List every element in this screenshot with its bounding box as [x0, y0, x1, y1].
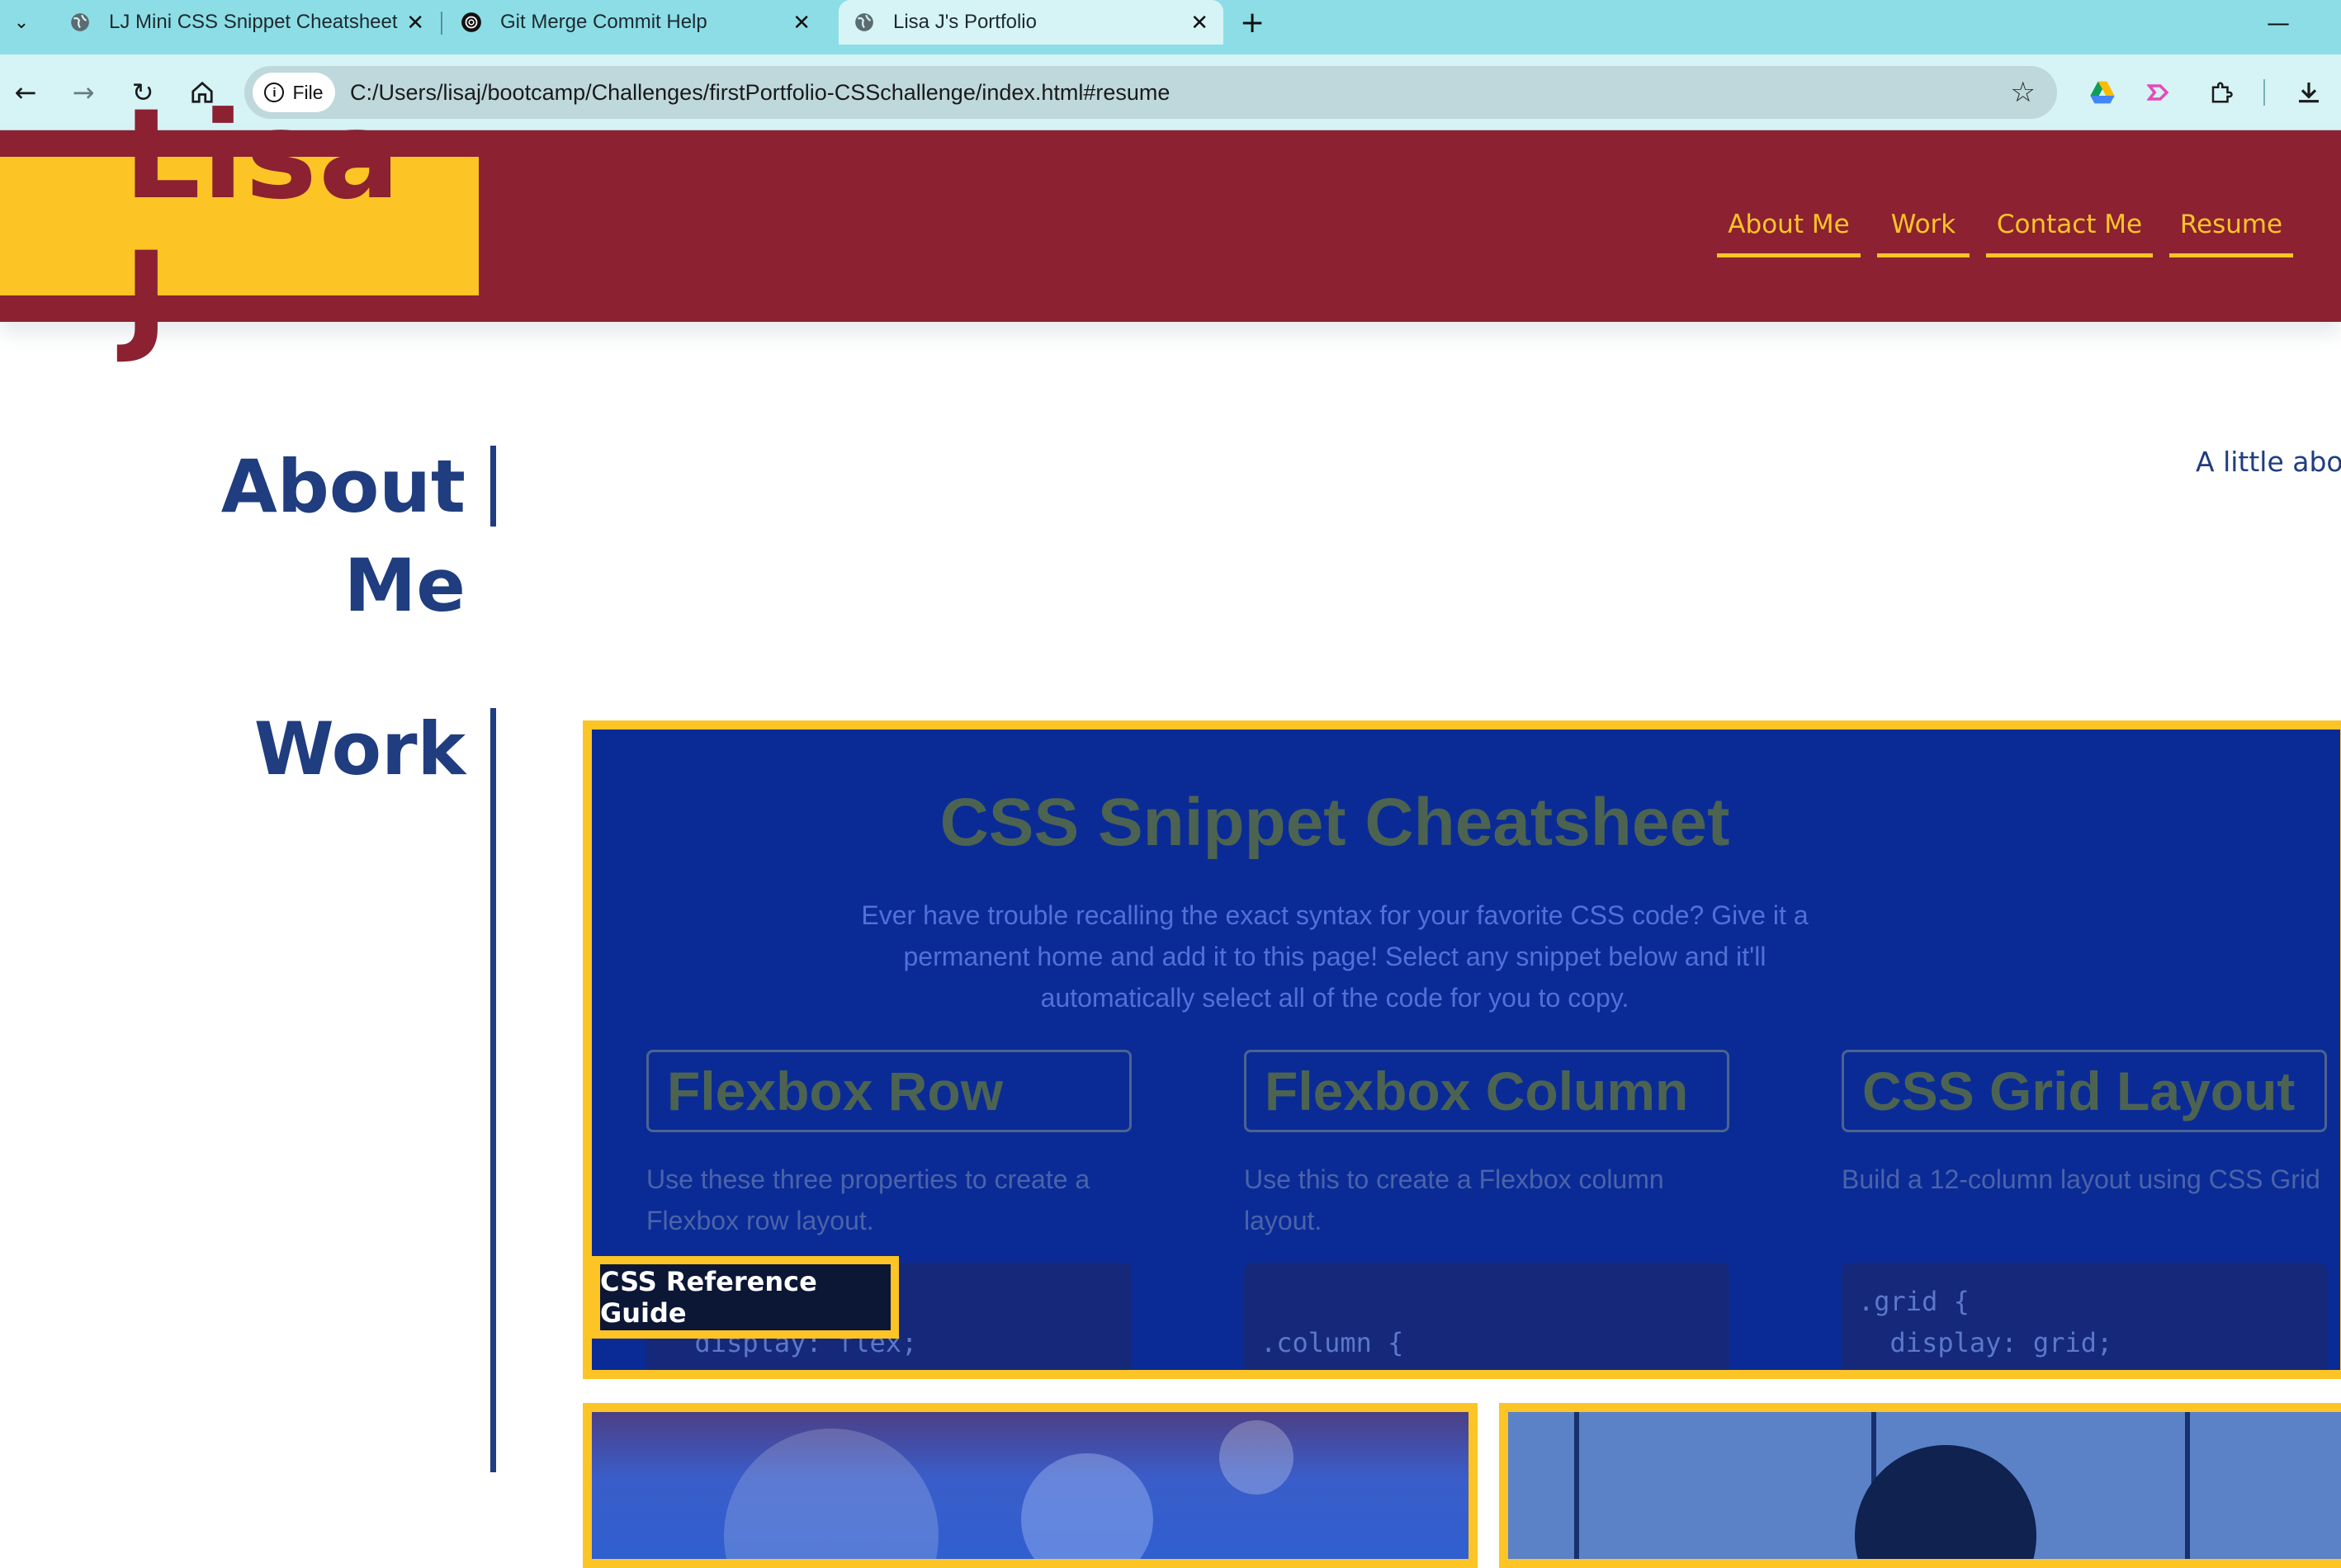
- nav-link-about-me[interactable]: About Me: [1717, 210, 1861, 257]
- toolbar-divider: [2263, 79, 2265, 106]
- project-image-figure: [1855, 1445, 2036, 1559]
- featured-project-card[interactable]: CSS Snippet Cheatsheet Ever have trouble…: [583, 720, 2341, 1379]
- tab-git-merge-help[interactable]: Git Merge Commit Help ✕: [446, 0, 825, 45]
- tab-divider: [441, 12, 442, 35]
- close-tab-icon[interactable]: ✕: [1190, 0, 1208, 45]
- logo-box[interactable]: Lisa J: [0, 86, 479, 366]
- site-logo[interactable]: Lisa J: [124, 86, 479, 366]
- work-divider-bar: [490, 708, 496, 1472]
- preview-description: Ever have trouble recalling the exact sy…: [861, 900, 1809, 1013]
- tab-title: Git Merge Commit Help: [500, 11, 707, 33]
- preview-title: CSS Snippet Cheatsheet: [939, 785, 1730, 860]
- project-label-text: CSS Reference Guide: [600, 1264, 891, 1330]
- globe-icon: [855, 13, 873, 31]
- project-image-line: [1574, 1412, 1579, 1559]
- browser-tab-strip: ⌄ LJ Mini CSS Snippet Cheatsheet ✕ Git M…: [0, 0, 2341, 54]
- about-divider-bar: [490, 446, 496, 527]
- nav-link-work[interactable]: Work: [1877, 210, 1970, 257]
- puzzle-shape: [2211, 82, 2233, 103]
- about-text: A little about: [2196, 446, 2341, 478]
- project-image-highlight: [1021, 1453, 1153, 1559]
- globe-icon: [71, 13, 89, 31]
- project-label[interactable]: CSS Reference Guide: [592, 1256, 899, 1339]
- bookmark-star-icon[interactable]: ☆: [2011, 66, 2036, 119]
- back-arrow-icon[interactable]: ←: [5, 54, 46, 130]
- address-bar[interactable]: i File C:/Users/lisaj/bootcamp/Challenge…: [244, 66, 2057, 119]
- snippet-description: Use these three properties to create a F…: [646, 1164, 1090, 1235]
- download-icon[interactable]: [2290, 54, 2328, 130]
- nav-link-resume[interactable]: Resume: [2169, 210, 2293, 257]
- snippet-title: CSS Grid Layout: [1842, 1050, 2327, 1132]
- project-image-line: [2185, 1412, 2190, 1559]
- project-image-highlight: [724, 1429, 939, 1559]
- extensions-puzzle-icon[interactable]: [2202, 54, 2240, 130]
- project-card[interactable]: [1499, 1403, 2341, 1568]
- download-shape: [2299, 83, 2319, 103]
- close-tab-icon[interactable]: ✕: [792, 0, 811, 45]
- tab-title: LJ Mini CSS Snippet Cheatsheet: [109, 11, 398, 33]
- site-header: Lisa J About Me Work Contact Me Resume: [0, 86, 2341, 366]
- nav-link-contact-me[interactable]: Contact Me: [1986, 210, 2153, 257]
- work-heading: Work: [253, 706, 466, 791]
- snippet-title: Flexbox Column: [1244, 1050, 1729, 1132]
- extension-arrow-icon[interactable]: [2141, 54, 2179, 130]
- minimize-window-icon[interactable]: —: [2262, 0, 2295, 45]
- snippet-code: .grid { display: grid;: [1842, 1263, 2327, 1370]
- snippet-code: .column {: [1244, 1263, 1729, 1370]
- pink-arrow-shape: [2147, 84, 2169, 101]
- project-card[interactable]: [583, 1403, 1478, 1568]
- close-tab-icon[interactable]: ✕: [406, 0, 424, 45]
- tab-lisa-portfolio[interactable]: Lisa J's Portfolio ✕: [839, 0, 1223, 45]
- google-drive-icon[interactable]: [2083, 54, 2121, 130]
- snippet-description: Use this to create a Flexbox column layo…: [1244, 1164, 1664, 1235]
- snippet-title: Flexbox Row: [646, 1050, 1132, 1132]
- project-image-highlight: [1219, 1420, 1293, 1495]
- new-tab-button[interactable]: +: [1240, 0, 1265, 45]
- forward-arrow-icon[interactable]: →: [63, 54, 104, 130]
- about-heading: About Me: [220, 444, 466, 628]
- tab-css-cheatsheet[interactable]: LJ Mini CSS Snippet Cheatsheet ✕: [45, 0, 439, 45]
- tab-search-chevron-icon[interactable]: ⌄: [2, 0, 41, 45]
- chatgpt-icon: [461, 12, 481, 32]
- tab-title: Lisa J's Portfolio: [893, 11, 1037, 33]
- drive-shape: [2090, 81, 2115, 104]
- snippet-description: Build a 12-column layout using CSS Grid: [1842, 1164, 2320, 1194]
